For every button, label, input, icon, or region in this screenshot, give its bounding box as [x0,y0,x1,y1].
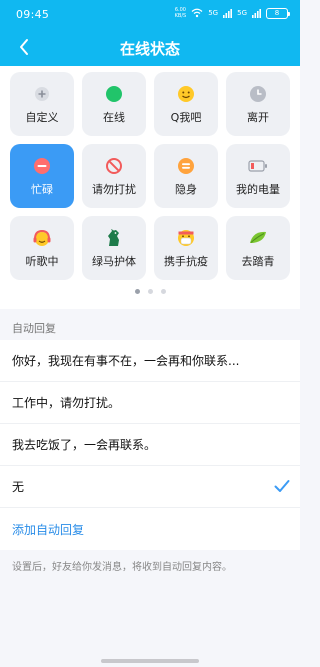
status-grid: 自定义 在线 Q我吧 离开 忙碌 请勿打扰 隐身 我的电量 听歌中 绿马护体 携… [10,72,290,280]
status-tile-invisible[interactable]: 隐身 [154,144,218,208]
page-dot[interactable] [160,289,166,294]
status-tile-label: 隐身 [175,182,197,196]
home-indicator[interactable] [101,659,199,663]
status-icons: 6.00 KB/S 5G 5G 8 [175,6,290,20]
signal-2-icon: 5G [237,9,247,17]
equals-circle-icon [176,156,196,176]
minus-circle-icon [32,156,52,176]
status-tile-online[interactable]: 在线 [82,72,146,136]
nav-bar: 在线状态 [0,28,300,66]
signal-bars-2-icon [252,8,261,18]
add-auto-reply-button[interactable]: 添加自动回复 [0,508,300,550]
status-tile-busy[interactable]: 忙碌 [10,144,74,208]
auto-reply-footer-note: 设置后，好友给你发消息，将收到自动回复内容。 [12,562,232,573]
auto-reply-option[interactable]: 工作中，请勿打扰。 [0,382,300,424]
status-tile-q-me[interactable]: Q我吧 [154,72,218,136]
auto-reply-option[interactable]: 我去吃饭了，一会再联系。 [0,424,300,466]
battery-icon [248,156,268,176]
auto-reply-text: 无 [12,480,25,494]
mask-face-icon [176,228,196,248]
status-tile-do-not-disturb[interactable]: 请勿打扰 [82,144,146,208]
status-grid-card: 自定义 在线 Q我吧 离开 忙碌 请勿打扰 隐身 我的电量 听歌中 绿马护体 携… [0,66,300,309]
status-tile-label: 携手抗疫 [164,254,208,268]
auto-reply-section-title: 自动回复 [12,322,56,335]
status-tile-spring-outing[interactable]: 去踏青 [226,216,290,280]
no-entry-icon [104,156,124,176]
status-tile-label: 听歌中 [25,254,59,268]
status-tile-my-battery[interactable]: 我的电量 [226,144,290,208]
green-horse-icon [104,228,124,248]
signal-1-icon: 5G [208,9,219,17]
add-auto-reply-label: 添加自动回复 [12,522,85,537]
wifi-icon [191,8,203,18]
auto-reply-text: 你好，我现在有事不在，一会再和你联系... [12,354,240,368]
network-speed-unit: KB/S [174,13,187,19]
check-icon [274,480,290,492]
auto-reply-text: 我去吃饭了，一会再联系。 [12,438,157,452]
status-tile-label: 我的电量 [236,182,280,196]
auto-reply-option-none[interactable]: 无 [0,466,300,508]
status-tile-label: 自定义 [25,110,59,124]
page-dot-active[interactable] [134,289,140,294]
status-tile-listening-music[interactable]: 听歌中 [10,216,74,280]
page-title: 在线状态 [119,40,180,58]
status-tile-label: 忙碌 [31,182,53,196]
network-speed: 6.00 KB/S [175,7,187,19]
status-tile-label: 离开 [247,110,269,124]
green-dot-icon [104,84,124,104]
page-dot[interactable] [147,289,153,294]
auto-reply-text: 工作中，请勿打扰。 [12,396,121,410]
leaf-icon [248,228,268,248]
clock-icon [248,84,268,104]
signal-bars-icon [223,8,233,18]
auto-reply-list: 你好，我现在有事不在，一会再和你联系... 工作中，请勿打扰。 我去吃饭了，一会… [0,340,300,550]
status-tile-label: 去踏青 [241,254,275,268]
status-tile-label: Q我吧 [170,110,202,124]
status-tile-label: 请勿打扰 [92,182,136,196]
status-tile-fight-epidemic[interactable]: 携手抗疫 [154,216,218,280]
status-bar: 09:45 6.00 KB/S 5G 5G 8 [0,0,300,28]
status-tile-custom[interactable]: 自定义 [10,72,74,136]
headphones-face-icon [32,228,52,248]
status-tile-green-horse[interactable]: 绿马护体 [82,216,146,280]
status-tile-away[interactable]: 离开 [226,72,290,136]
plus-icon [32,84,52,104]
status-tile-label: 在线 [103,110,125,124]
status-tile-label: 绿马护体 [92,254,136,268]
auto-reply-option[interactable]: 你好，我现在有事不在，一会再和你联系... [0,340,300,382]
status-time: 09:45 [16,8,50,21]
battery-indicator: 8 [266,7,290,19]
smile-face-icon [176,84,196,104]
page-indicator [0,289,300,294]
